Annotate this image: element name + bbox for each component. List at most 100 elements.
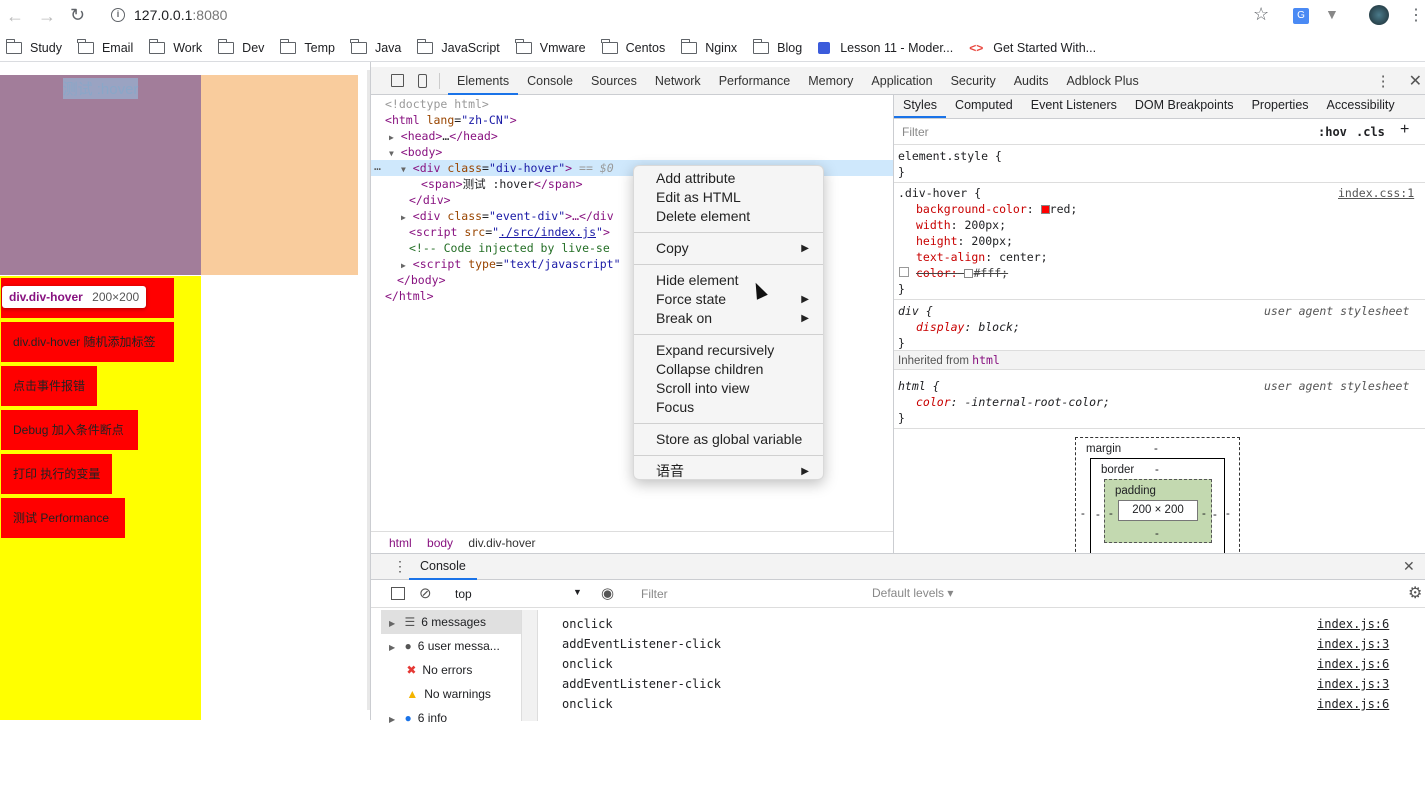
close-devtools-icon[interactable]: ✕ (1409, 71, 1422, 91)
prop-row[interactable]: display: block; (916, 319, 1020, 335)
tab-styles[interactable]: Styles (894, 95, 947, 118)
levels-dropdown[interactable]: Default levels ▾ (872, 586, 953, 600)
expand-triangle-icon[interactable]: ▶ (401, 261, 406, 270)
dom-div-close[interactable]: </div> (409, 192, 451, 208)
bookmark-work[interactable]: Work (148, 38, 202, 55)
drawer-tab-console[interactable]: Console (409, 554, 477, 580)
bookmark-email[interactable]: Email (77, 38, 133, 55)
tab-elements[interactable]: Elements (448, 67, 519, 95)
dom-html-open[interactable]: <html lang="zh-CN"> (385, 112, 517, 128)
sidebar-errors[interactable]: ✖ No errors (381, 658, 521, 682)
border-top-value[interactable]: - (1155, 462, 1159, 478)
dom-html-close[interactable]: </html> (385, 288, 434, 304)
tab-security[interactable]: Security (942, 67, 1005, 95)
breadcrumb-body[interactable]: body (427, 536, 453, 550)
bookmark-centos[interactable]: Centos (601, 38, 665, 55)
log-source-link[interactable]: index.js:6 (1317, 616, 1389, 632)
margin-right-value[interactable]: - (1226, 506, 1230, 522)
sidebar-messages[interactable]: ▶ ☰ 6 messages (381, 610, 521, 634)
tab-performance[interactable]: Performance (710, 67, 800, 95)
prop-row[interactable]: background-color: red; (916, 201, 1077, 217)
dom-doctype[interactable]: <!doctype html> (385, 96, 489, 112)
bookmark-lesson[interactable]: Lesson 11 - Moder... (818, 41, 953, 55)
hov-toggle[interactable]: :hov (1318, 125, 1347, 139)
sidebar-toggle-icon[interactable] (391, 587, 405, 600)
menu-force-state[interactable]: Force state ▶ (634, 290, 823, 309)
menu-focus[interactable]: Focus (634, 398, 823, 417)
log-source-link[interactable]: index.js:3 (1317, 676, 1389, 692)
html-selector[interactable]: html { (898, 378, 940, 394)
log-source-link[interactable]: index.js:3 (1317, 636, 1389, 652)
menu-copy[interactable]: Copy ▶ (634, 239, 823, 258)
context-dropdown-icon[interactable]: ▼ (573, 587, 582, 597)
tab-network[interactable]: Network (646, 67, 710, 95)
prop-checkbox[interactable] (899, 267, 909, 277)
div-hover-box[interactable]: 测试 :hover (0, 75, 201, 275)
bookmark-nginx[interactable]: Nginx (680, 38, 737, 55)
tab-sources[interactable]: Sources (582, 67, 646, 95)
struck-prop-row[interactable]: color: #fff; (916, 265, 1008, 281)
menu-edit-as-html[interactable]: Edit as HTML (634, 188, 823, 207)
drawer-menu-icon[interactable]: ⋮ (393, 558, 407, 575)
menu-scroll-into-view[interactable]: Scroll into view (634, 379, 823, 398)
log-source-link[interactable]: index.js:6 (1317, 696, 1389, 712)
menu-expand-recursively[interactable]: Expand recursively (634, 341, 823, 360)
tab-computed[interactable]: Computed (946, 95, 1022, 118)
performance-button[interactable]: 测试 Performance (1, 498, 125, 538)
sidebar-info[interactable]: ▶ ● 6 info (381, 706, 521, 730)
inspect-icon[interactable] (391, 74, 404, 87)
dom-span[interactable]: <span>测试 :hover</span> (421, 176, 583, 192)
address-bar[interactable]: 127.0.0.1:8080 (134, 7, 227, 23)
menu-hide-element[interactable]: Hide element (634, 271, 823, 290)
inherited-tag[interactable]: html (972, 353, 1000, 367)
collapse-triangle-icon[interactable]: ▼ (389, 149, 394, 158)
close-drawer-icon[interactable]: ✕ (1403, 558, 1415, 575)
console-settings-icon[interactable]: ⚙ (1408, 583, 1422, 603)
bookmark-dev[interactable]: Dev (217, 38, 264, 55)
print-variable-button[interactable]: 打印 执行的变量 (1, 454, 112, 494)
border-right-value[interactable]: - (1213, 507, 1217, 523)
ua-selector[interactable]: div { (898, 303, 933, 319)
row-menu-icon[interactable]: … (374, 158, 381, 174)
menu-delete-element[interactable]: Delete element (634, 207, 823, 226)
tab-event-listeners[interactable]: Event Listeners (1022, 95, 1126, 118)
dom-script-src[interactable]: <script src="./src/index.js"> (409, 224, 610, 240)
browser-menu-icon[interactable]: ⋮ (1408, 5, 1424, 25)
debug-breakpoint-button[interactable]: Debug 加入条件断点 (1, 410, 138, 450)
element-style-rule[interactable]: element.style { (898, 148, 1002, 164)
rule-selector[interactable]: .div-hover { (898, 185, 981, 201)
margin-top-value[interactable]: - (1154, 441, 1158, 457)
bookmark-javascript[interactable]: JavaScript (416, 38, 500, 55)
prop-row[interactable]: width: 200px; (916, 217, 1006, 233)
avatar[interactable] (1369, 5, 1389, 25)
prop-row[interactable]: color: -internal-root-color; (916, 394, 1110, 410)
device-toggle-icon[interactable] (418, 73, 427, 88)
padding-right-value[interactable]: - (1202, 506, 1206, 522)
forward-icon[interactable]: → (38, 6, 56, 27)
bookmark-blog[interactable]: Blog (752, 38, 802, 55)
tab-memory[interactable]: Memory (799, 67, 862, 95)
tab-properties[interactable]: Properties (1243, 95, 1318, 118)
tab-adblock[interactable]: Adblock Plus (1057, 67, 1147, 95)
padding-left-value[interactable]: - (1109, 506, 1113, 522)
dom-comment[interactable]: <!-- Code injected by live-se (409, 240, 610, 256)
menu-speech[interactable]: 语音 ▶ (634, 462, 823, 481)
tab-application[interactable]: Application (862, 67, 941, 95)
styles-filter-input[interactable]: Filter (902, 125, 929, 139)
prop-row[interactable]: text-align: center; (916, 249, 1048, 265)
menu-collapse-children[interactable]: Collapse children (634, 360, 823, 379)
breadcrumb-div-hover[interactable]: div.div-hover (468, 536, 535, 550)
info-icon[interactable]: i (111, 8, 125, 22)
menu-store-global[interactable]: Store as global variable (634, 430, 823, 449)
back-icon[interactable]: ← (6, 6, 24, 27)
expand-triangle-icon[interactable]: ▶ (389, 133, 394, 142)
log-source-link[interactable]: index.js:6 (1317, 656, 1389, 672)
sidebar-user-messages[interactable]: ▶ ● 6 user messa... (381, 634, 521, 658)
cls-toggle[interactable]: .cls (1356, 125, 1385, 139)
script-link[interactable]: ./src/index.js (499, 225, 596, 239)
context-selector[interactable]: top (455, 587, 472, 601)
margin-left-value[interactable]: - (1081, 506, 1085, 522)
tab-audits[interactable]: Audits (1005, 67, 1058, 95)
bookmark-study[interactable]: Study (5, 38, 62, 55)
sidebar-warnings[interactable]: ▲ No warnings (381, 682, 521, 706)
